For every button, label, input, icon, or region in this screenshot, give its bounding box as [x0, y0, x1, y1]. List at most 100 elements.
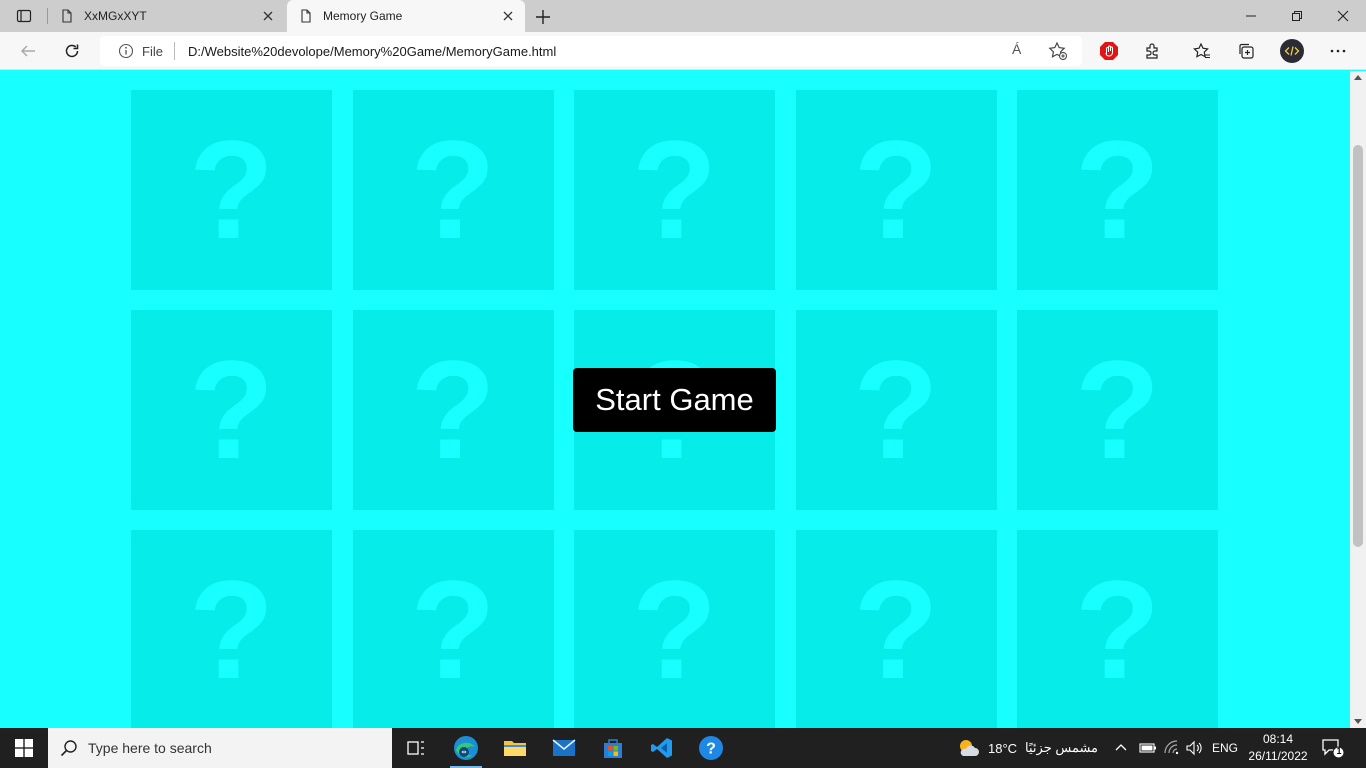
question-mark-icon: ?	[410, 331, 496, 488]
page-icon	[62, 9, 72, 23]
memory-card[interactable]: ?	[352, 90, 554, 290]
minimize-icon	[1246, 15, 1256, 17]
refresh-icon	[65, 44, 79, 58]
weather-condition: مشمس جزئيًا	[1025, 740, 1099, 755]
scrollbar-thumb[interactable]	[1353, 145, 1363, 547]
close-tab-icon[interactable]	[501, 9, 515, 23]
notification-center-button[interactable]: 1	[1320, 736, 1346, 760]
read-aloud-icon[interactable]: Á	[1012, 41, 1032, 61]
address-bar[interactable]: File D:/Website%20devolope/Memory%20Game…	[100, 36, 1082, 66]
memory-card[interactable]: ?	[795, 90, 997, 290]
taskbar-file-explorer[interactable]	[491, 728, 539, 768]
question-mark-icon: ?	[853, 331, 939, 488]
tab-actions-icon	[16, 9, 32, 23]
task-view-icon	[407, 741, 424, 755]
question-mark-icon: ?	[1074, 331, 1161, 488]
chevron-up-icon	[1115, 744, 1127, 751]
question-mark-icon: ?	[410, 551, 496, 708]
memory-card[interactable]: ?	[1017, 530, 1218, 728]
memory-card[interactable]: ?	[1017, 90, 1218, 290]
memory-card[interactable]: ?	[352, 530, 554, 728]
taskbar-store[interactable]	[589, 728, 637, 768]
tab-actions-button[interactable]	[0, 0, 48, 32]
memory-card[interactable]: ?	[795, 530, 997, 728]
question-mark-icon: ?	[853, 111, 939, 268]
back-arrow-icon	[20, 45, 35, 57]
back-button[interactable]	[13, 36, 43, 66]
memory-card[interactable]: ?	[574, 90, 775, 290]
battery-status[interactable]	[1139, 728, 1157, 768]
restore-button[interactable]	[1274, 0, 1320, 32]
start-button[interactable]	[0, 728, 48, 768]
weather-widget[interactable]: 18°C مشمس جزئيًا	[956, 728, 1098, 768]
close-tab-icon[interactable]	[261, 9, 275, 23]
collections-button[interactable]	[1231, 36, 1261, 66]
minimize-button[interactable]	[1228, 0, 1274, 32]
add-favorite-icon[interactable]	[1048, 41, 1068, 61]
extensions-button[interactable]	[1138, 36, 1168, 66]
clock-time: 08:14	[1262, 732, 1294, 746]
more-icon	[1330, 49, 1346, 53]
windows-taskbar: Type here to search ? 18°C مشمس جزئيًا E…	[0, 728, 1366, 768]
address-divider	[174, 42, 175, 60]
wifi-icon	[1164, 740, 1179, 755]
windows-logo-icon	[15, 739, 33, 757]
question-mark-icon: ?	[853, 551, 939, 708]
battery-icon	[1139, 743, 1156, 753]
scroll-up-icon[interactable]	[1354, 75, 1362, 80]
network-status[interactable]	[1164, 728, 1182, 768]
memory-card[interactable]: ?	[131, 90, 332, 290]
question-mark-icon: ?	[1074, 111, 1161, 268]
taskbar-vscode[interactable]	[638, 728, 686, 768]
memory-card[interactable]: ?	[131, 530, 332, 728]
memory-card[interactable]: ?	[131, 310, 332, 510]
close-window-button[interactable]	[1320, 0, 1366, 32]
show-hidden-icons-button[interactable]	[1114, 728, 1128, 768]
tab-xxmgxxyt[interactable]: XxMGxXYT	[48, 0, 285, 32]
settings-more-button[interactable]	[1323, 36, 1353, 66]
store-icon	[604, 739, 622, 758]
memory-card[interactable]: ?	[1017, 310, 1218, 510]
profile-button[interactable]	[1277, 36, 1307, 66]
question-mark-icon: ?	[188, 551, 275, 708]
task-view-button[interactable]	[392, 728, 440, 768]
taskbar-get-help[interactable]: ?	[687, 728, 735, 768]
taskbar-search[interactable]: Type here to search	[48, 728, 392, 768]
start-game-button[interactable]: Start Game	[573, 368, 776, 432]
notification-count: 1	[1336, 746, 1342, 756]
clock-date: 26/11/2022	[1248, 749, 1308, 763]
memory-card[interactable]: ?	[352, 310, 554, 510]
close-icon	[1337, 10, 1349, 22]
tab-memory-game[interactable]: Memory Game	[287, 0, 525, 32]
page-icon	[301, 9, 311, 23]
memory-card[interactable]: ?	[795, 310, 997, 510]
page-viewport: ??????????????? Start Game	[0, 71, 1350, 728]
vscode-icon	[651, 738, 672, 758]
page-scrollbar[interactable]	[1350, 71, 1366, 728]
tab-strip: XxMGxXYT Memory Game	[0, 0, 1366, 32]
taskbar-mail[interactable]	[540, 728, 588, 768]
input-language[interactable]: ENG	[1212, 728, 1238, 768]
new-tab-button[interactable]	[532, 6, 554, 28]
memory-card[interactable]: ?	[574, 530, 775, 728]
question-mark-icon: ?	[1074, 551, 1161, 708]
speaker-icon	[1186, 740, 1202, 756]
refresh-button[interactable]	[57, 36, 87, 66]
edge-icon	[454, 736, 478, 760]
svg-text:?: ?	[706, 741, 716, 758]
tab-title: Memory Game	[323, 9, 403, 23]
scroll-down-icon[interactable]	[1354, 719, 1362, 724]
favorites-icon	[1193, 42, 1210, 59]
weather-temperature: 18°C	[988, 740, 1018, 756]
taskbar-edge[interactable]	[442, 728, 490, 768]
question-mark-icon: ?	[631, 551, 718, 708]
browser-toolbar: File D:/Website%20devolope/Memory%20Game…	[0, 32, 1366, 70]
favorites-button[interactable]	[1187, 36, 1217, 66]
volume-control[interactable]	[1186, 728, 1204, 768]
partly-sunny-icon	[960, 740, 979, 756]
system-clock[interactable]: 08:14 26/11/2022	[1244, 731, 1312, 765]
adblock-icon	[1100, 42, 1118, 60]
adblock-extension-button[interactable]	[1094, 36, 1124, 66]
info-icon[interactable]	[118, 43, 134, 59]
url-text[interactable]: D:/Website%20devolope/Memory%20Game/Memo…	[188, 44, 556, 59]
